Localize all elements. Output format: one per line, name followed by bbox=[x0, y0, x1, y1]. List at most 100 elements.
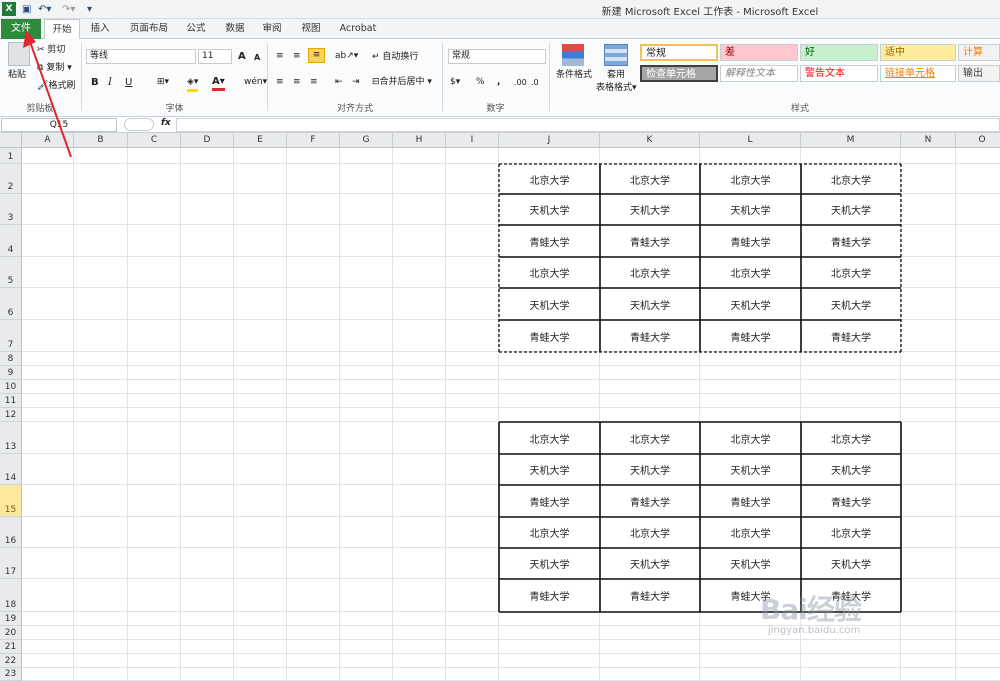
column-header-h[interactable]: H bbox=[393, 133, 446, 148]
table-cell[interactable]: 北京大学 bbox=[600, 257, 700, 288]
formula-input[interactable] bbox=[176, 118, 1000, 132]
tab-insert[interactable]: 插入 bbox=[84, 19, 116, 39]
column-header-k[interactable]: K bbox=[600, 133, 700, 148]
table-cell[interactable]: 北京大学 bbox=[801, 257, 901, 288]
table-cell[interactable]: 北京大学 bbox=[700, 517, 801, 548]
font-size-select[interactable]: 11 bbox=[198, 49, 232, 64]
table-cell[interactable]: 北京大学 bbox=[600, 422, 700, 454]
tab-file[interactable]: 文件 bbox=[1, 19, 41, 39]
cut-button[interactable]: ✂ 剪切 bbox=[37, 44, 65, 57]
table-cell[interactable]: 青蛙大学 bbox=[801, 225, 901, 257]
border-icon[interactable]: ⊞▾ bbox=[157, 76, 169, 89]
cell-style-1[interactable]: 常规 bbox=[640, 44, 718, 61]
row-header-7[interactable]: 7 bbox=[0, 320, 22, 352]
table-cell[interactable]: 天机大学 bbox=[600, 194, 700, 225]
orientation-icon[interactable]: ab↗▾ bbox=[335, 50, 358, 63]
select-all-corner[interactable] bbox=[0, 133, 22, 148]
row-header-1[interactable]: 1 bbox=[0, 148, 22, 164]
table-cell[interactable]: 北京大学 bbox=[700, 257, 801, 288]
cell-style-4[interactable]: 适中 bbox=[880, 44, 956, 61]
format-as-table-icon[interactable] bbox=[604, 44, 628, 66]
column-header-j[interactable]: J bbox=[499, 133, 600, 148]
table-cell[interactable]: 天机大学 bbox=[801, 548, 901, 579]
row-header-4[interactable]: 4 bbox=[0, 225, 22, 257]
align-left-icon[interactable]: ≡ bbox=[276, 76, 284, 89]
row-header-14[interactable]: 14 bbox=[0, 454, 22, 485]
format-painter-button[interactable]: 🖌格式刷 bbox=[37, 80, 75, 93]
tab-formulas[interactable]: 公式 bbox=[180, 19, 212, 39]
column-header-a[interactable]: A bbox=[22, 133, 74, 148]
row-header-9[interactable]: 9 bbox=[0, 366, 22, 380]
column-header-o[interactable]: O bbox=[956, 133, 1000, 148]
font-color-button[interactable]: A▾ bbox=[212, 75, 225, 91]
row-header-22[interactable]: 22 bbox=[0, 654, 22, 668]
table-cell[interactable]: 青蛙大学 bbox=[499, 485, 600, 517]
row-header-23[interactable]: 23 bbox=[0, 668, 22, 681]
phonetic-button[interactable]: wén▾ bbox=[244, 76, 267, 89]
table-cell[interactable]: 天机大学 bbox=[700, 548, 801, 579]
italic-button[interactable]: I bbox=[108, 76, 112, 89]
row-header-10[interactable]: 10 bbox=[0, 380, 22, 394]
column-header-c[interactable]: C bbox=[128, 133, 181, 148]
table-cell[interactable]: 天机大学 bbox=[600, 288, 700, 320]
table-cell[interactable]: 青蛙大学 bbox=[600, 320, 700, 352]
table-cell[interactable]: 北京大学 bbox=[499, 164, 600, 194]
table-cell[interactable]: 青蛙大学 bbox=[499, 579, 600, 612]
table-cell[interactable]: 北京大学 bbox=[700, 164, 801, 194]
table-cell[interactable]: 天机大学 bbox=[801, 288, 901, 320]
name-box[interactable]: Q15 bbox=[1, 118, 117, 132]
increase-indent-icon[interactable]: ⇥ bbox=[352, 76, 360, 89]
table-cell[interactable]: 天机大学 bbox=[499, 454, 600, 485]
tab-review[interactable]: 审阅 bbox=[256, 19, 288, 39]
cell-style-9[interactable]: 链接单元格 bbox=[880, 65, 956, 82]
table-cell[interactable]: 青蛙大学 bbox=[700, 485, 801, 517]
tab-view[interactable]: 视图 bbox=[295, 19, 327, 39]
cell-style-5[interactable]: 计算 bbox=[958, 44, 1000, 61]
align-top-icon[interactable]: ≡ bbox=[276, 50, 284, 63]
column-header-e[interactable]: E bbox=[234, 133, 287, 148]
merge-center-button[interactable]: ⊟合并后居中 ▾ bbox=[372, 76, 432, 89]
currency-icon[interactable]: $▾ bbox=[450, 76, 460, 89]
underline-button[interactable]: U bbox=[125, 76, 132, 89]
tab-data[interactable]: 数据 bbox=[219, 19, 251, 39]
column-header-m[interactable]: M bbox=[801, 133, 901, 148]
table-cell[interactable]: 北京大学 bbox=[801, 164, 901, 194]
row-header-17[interactable]: 17 bbox=[0, 548, 22, 579]
table-cell[interactable]: 北京大学 bbox=[499, 422, 600, 454]
decrease-indent-icon[interactable]: ⇤ bbox=[335, 76, 343, 89]
shrink-font-button[interactable]: A bbox=[254, 51, 260, 64]
table-cell[interactable]: 北京大学 bbox=[700, 422, 801, 454]
tab-acrobat[interactable]: Acrobat bbox=[334, 19, 382, 39]
table-cell[interactable]: 北京大学 bbox=[600, 517, 700, 548]
table-cell[interactable]: 青蛙大学 bbox=[600, 485, 700, 517]
table-cell[interactable]: 青蛙大学 bbox=[600, 579, 700, 612]
column-header-l[interactable]: L bbox=[700, 133, 801, 148]
align-center-icon[interactable]: ≡ bbox=[293, 76, 301, 89]
table-cell[interactable]: 天机大学 bbox=[801, 454, 901, 485]
table-cell[interactable]: 天机大学 bbox=[600, 454, 700, 485]
font-name-select[interactable]: 等线 bbox=[86, 49, 196, 64]
paste-button[interactable]: 粘贴 bbox=[8, 69, 26, 82]
table-cell[interactable]: 天机大学 bbox=[600, 548, 700, 579]
conditional-format-icon[interactable] bbox=[562, 44, 584, 66]
table-cell[interactable]: 天机大学 bbox=[499, 194, 600, 225]
row-header-12[interactable]: 12 bbox=[0, 408, 22, 422]
table-cell[interactable]: 天机大学 bbox=[700, 288, 801, 320]
table-cell[interactable]: 北京大学 bbox=[499, 517, 600, 548]
table-cell[interactable]: 青蛙大学 bbox=[801, 485, 901, 517]
column-header-d[interactable]: D bbox=[181, 133, 234, 148]
format-as-table-button[interactable]: 套用 bbox=[607, 69, 625, 82]
tab-page-layout[interactable]: 页面布局 bbox=[124, 19, 174, 39]
wrap-text-button[interactable]: ↵ 自动换行 bbox=[372, 51, 418, 64]
number-format-select[interactable]: 常规 bbox=[448, 49, 546, 64]
row-header-19[interactable]: 19 bbox=[0, 612, 22, 626]
align-bottom-icon[interactable]: ≡ bbox=[308, 48, 325, 63]
table-cell[interactable]: 天机大学 bbox=[700, 454, 801, 485]
fill-color-icon[interactable]: ◈▾ bbox=[187, 76, 199, 92]
row-header-6[interactable]: 6 bbox=[0, 288, 22, 320]
table-cell[interactable]: 北京大学 bbox=[801, 422, 901, 454]
cell-style-10[interactable]: 输出 bbox=[958, 65, 1000, 82]
table-cell[interactable]: 天机大学 bbox=[801, 194, 901, 225]
comma-button[interactable]: , bbox=[497, 76, 500, 89]
table-cell[interactable]: 天机大学 bbox=[700, 194, 801, 225]
